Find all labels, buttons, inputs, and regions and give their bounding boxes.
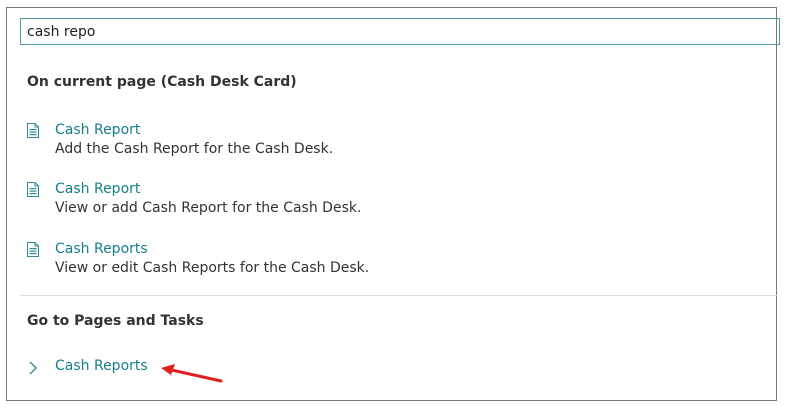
result-description: View or add Cash Report for the Cash Des…: [55, 200, 362, 216]
nav-item-label[interactable]: Cash Reports: [55, 358, 148, 374]
document-icon: [27, 182, 39, 197]
document-icon: [27, 123, 39, 138]
search-box: [20, 18, 780, 45]
section-heading-pages-tasks: Go to Pages and Tasks: [27, 313, 204, 329]
result-title[interactable]: Cash Report: [55, 181, 140, 197]
document-icon: [27, 242, 39, 257]
annotation-arrow-icon: [161, 364, 223, 383]
result-description: Add the Cash Report for the Cash Desk.: [55, 141, 334, 157]
result-title[interactable]: Cash Report: [55, 122, 140, 138]
section-divider: [20, 295, 778, 296]
section-heading-current-page: On current page (Cash Desk Card): [27, 74, 297, 90]
result-title[interactable]: Cash Reports: [55, 241, 148, 257]
tell-me-search-panel: On current page (Cash Desk Card) Cash Re…: [6, 7, 780, 401]
result-description: View or edit Cash Reports for the Cash D…: [55, 260, 370, 276]
chevron-right-icon: [29, 361, 37, 375]
search-input[interactable]: [21, 19, 779, 44]
